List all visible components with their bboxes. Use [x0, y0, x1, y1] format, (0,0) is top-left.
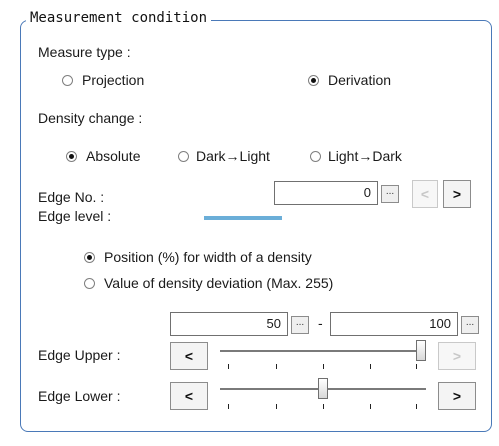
radio-dark-to-light-circle[interactable]: [178, 151, 189, 162]
range-upper-input[interactable]: 100: [330, 312, 458, 336]
density-change-label: Density change :: [38, 110, 143, 126]
edge-no-dots-button[interactable]: ...: [381, 185, 399, 203]
radio-projection-label: Projection: [82, 72, 145, 88]
radio-density-deviation-circle[interactable]: [84, 278, 95, 289]
edge-upper-label: Edge Upper :: [38, 347, 121, 363]
edge-lower-tick: [370, 404, 371, 409]
edge-no-label: Edge No. :: [38, 189, 105, 205]
radio-projection-circle[interactable]: [62, 75, 73, 86]
measure-type-label: Measure type :: [38, 44, 131, 60]
edge-lower-label: Edge Lower :: [38, 388, 121, 404]
edge-upper-slider-track: [220, 350, 426, 352]
edge-upper-slider[interactable]: [220, 340, 426, 374]
range-lower-input[interactable]: 50: [170, 312, 288, 336]
edge-upper-inc-button[interactable]: >: [438, 342, 476, 370]
edge-lower-tick: [228, 404, 229, 409]
radio-absolute-circle[interactable]: [66, 151, 77, 162]
edge-upper-dec-button[interactable]: <: [170, 342, 208, 370]
range-lower-dots-button[interactable]: ...: [291, 316, 309, 334]
edge-upper-tick: [323, 364, 324, 369]
edge-lower-slider-thumb[interactable]: [318, 378, 328, 399]
radio-position-percent-circle[interactable]: [84, 252, 95, 263]
edge-upper-tick: [416, 364, 417, 369]
radio-light-to-dark-label: Light→Dark: [328, 148, 402, 164]
edge-upper-tick: [276, 364, 277, 369]
edge-level-indicator: [204, 216, 282, 220]
radio-position-percent-label: Position (%) for width of a density: [104, 249, 312, 265]
radio-density-deviation-label: Value of density deviation (Max. 255): [104, 275, 334, 291]
radio-light-to-dark-circle[interactable]: [310, 151, 321, 162]
edge-lower-inc-button[interactable]: >: [438, 382, 476, 410]
edge-lower-tick: [416, 404, 417, 409]
radio-derivation-label: Derivation: [328, 72, 392, 88]
edge-no-next-button[interactable]: >: [443, 180, 471, 208]
edge-no-input[interactable]: 0: [274, 181, 378, 205]
edge-level-label: Edge level :: [38, 208, 112, 224]
range-upper-dots-button[interactable]: ...: [461, 316, 479, 334]
edge-lower-dec-button[interactable]: <: [170, 382, 208, 410]
range-separator: -: [318, 315, 323, 331]
edge-lower-tick: [323, 404, 324, 409]
edge-upper-tick: [228, 364, 229, 369]
radio-absolute-label: Absolute: [86, 148, 141, 164]
group-title: Measurement condition: [26, 10, 212, 26]
edge-lower-tick: [276, 404, 277, 409]
edge-no-prev-button[interactable]: <: [412, 180, 438, 208]
radio-dark-to-light-label: Dark→Light: [196, 148, 270, 164]
edge-upper-tick: [370, 364, 371, 369]
edge-lower-slider[interactable]: [220, 378, 426, 412]
radio-derivation-circle[interactable]: [308, 75, 319, 86]
edge-upper-slider-thumb[interactable]: [416, 340, 426, 361]
